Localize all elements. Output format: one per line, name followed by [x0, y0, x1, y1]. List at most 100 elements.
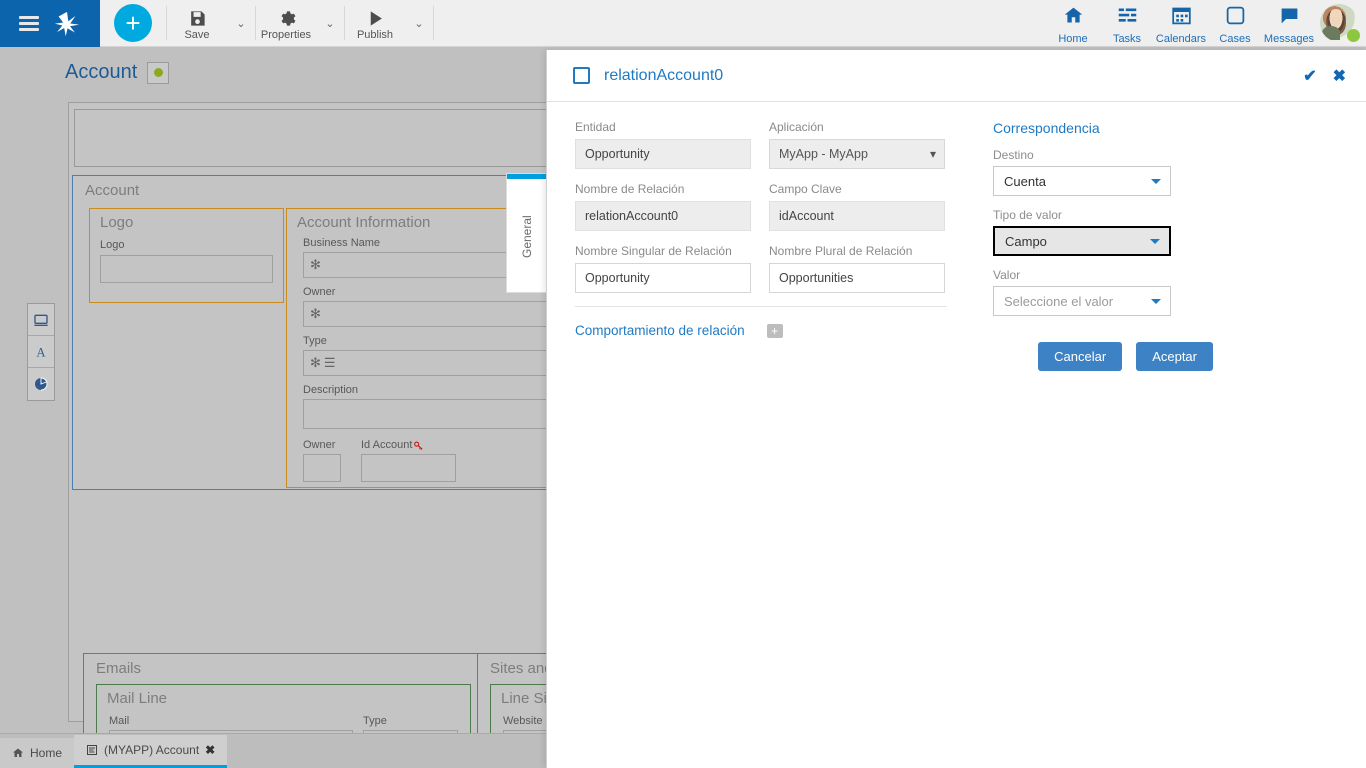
owner-small-label: Owner	[303, 439, 336, 451]
tool-text[interactable]: A	[28, 336, 54, 368]
add-button[interactable]: +	[114, 4, 152, 42]
bottom-tab-close-icon[interactable]: ✖	[205, 743, 215, 757]
nombre-singular-input[interactable]	[575, 263, 751, 293]
valor-dropdown[interactable]: Seleccione el valor	[993, 286, 1171, 316]
dialog-left-column: Entidad Aplicación MyApp - MyApp ▾	[575, 120, 965, 371]
cancel-button[interactable]: Cancelar	[1038, 342, 1123, 371]
destino-label: Destino	[993, 148, 1034, 162]
properties-button[interactable]: Properties	[256, 0, 316, 46]
field-nombre-plural: Nombre Plural de Relación	[769, 244, 945, 293]
tasks-icon	[1117, 5, 1138, 31]
bottom-tab-home-label: Home	[30, 746, 63, 760]
tipo-de-valor-dropdown[interactable]: Campo	[993, 226, 1171, 256]
save-dropdown-caret[interactable]: ⌄	[227, 0, 255, 46]
gear-icon	[277, 8, 296, 28]
bottom-tab-account[interactable]: (MYAPP) Account ✖	[74, 735, 228, 768]
nav-messages[interactable]: Messages	[1262, 0, 1316, 46]
play-icon	[366, 8, 385, 28]
tool-globe[interactable]	[28, 368, 54, 400]
properties-group: Properties ⌄	[256, 0, 344, 46]
publish-button[interactable]: Publish	[345, 0, 405, 46]
correspondencia-title: Correspondencia	[993, 120, 1100, 136]
field-aplicacion: Aplicación MyApp - MyApp ▾	[769, 120, 945, 169]
vertical-tab-label: General	[519, 215, 534, 259]
nombre-plural-input[interactable]	[769, 263, 945, 293]
dialog-checkbox[interactable]	[573, 67, 590, 84]
field-nombre-singular: Nombre Singular de Relación	[575, 244, 751, 293]
mail-type-label: Type	[363, 715, 387, 727]
mail-line-block[interactable]: Mail Line Mail Type	[96, 684, 471, 733]
logo-block[interactable]: Logo Logo	[89, 208, 284, 303]
globe-icon	[35, 377, 48, 391]
id-account-input[interactable]	[361, 454, 456, 482]
aplicacion-label: Aplicación	[769, 120, 824, 134]
nav-cases-label: Cases	[1219, 33, 1251, 45]
nombre-relacion-input[interactable]	[575, 201, 751, 231]
mail-line-title: Mail Line	[107, 690, 168, 707]
nombre-relacion-label: Nombre de Relación	[575, 182, 685, 196]
nav-cases[interactable]: Cases	[1208, 0, 1262, 46]
add-behavior-button[interactable]: +	[766, 323, 783, 338]
campo-clave-label: Campo Clave	[769, 182, 842, 196]
nav-home-label: Home	[1058, 33, 1088, 45]
vertical-tab-general[interactable]: General	[506, 173, 546, 293]
dialog-body: Entidad Aplicación MyApp - MyApp ▾	[547, 102, 1366, 371]
campo-clave-input[interactable]	[769, 201, 945, 231]
dropdown-arrow-icon	[1151, 179, 1161, 184]
nav-calendars[interactable]: Calendars	[1154, 0, 1208, 46]
document-icon	[87, 745, 98, 755]
nav-tasks[interactable]: Tasks	[1100, 0, 1154, 46]
state-indicator[interactable]	[147, 61, 170, 84]
dialog-row-3: Nombre Singular de Relación Nombre Plura…	[575, 244, 965, 293]
dialog-row-2: Nombre de Relación Campo Clave	[575, 182, 965, 231]
nombre-singular-label: Nombre Singular de Relación	[575, 244, 732, 258]
dialog-close-icon[interactable]: ✖	[1333, 66, 1346, 86]
emails-group[interactable]: Emails Mail Line Mail Type	[83, 653, 483, 733]
app-root: + Save ⌄ Properties ⌄ Publish ⌄ Home Tas…	[0, 0, 1366, 768]
dialog-right-column: Correspondencia Destino Cuenta Tipo de v…	[993, 120, 1213, 371]
cases-icon	[1225, 5, 1246, 31]
nav-home[interactable]: Home	[1046, 0, 1100, 46]
brand-logo-icon[interactable]	[52, 9, 82, 39]
nav-tasks-label: Tasks	[1112, 33, 1142, 45]
id-account-label: Id Account	[361, 439, 413, 451]
page-title: Account	[65, 61, 138, 83]
logo-block-title: Logo	[100, 214, 134, 231]
page-title-row: Account	[65, 61, 170, 84]
bottom-tab-home[interactable]: Home	[0, 738, 75, 768]
field-entidad: Entidad	[575, 120, 751, 169]
save-button[interactable]: Save	[167, 0, 227, 46]
hamburger-icon[interactable]	[18, 16, 39, 31]
left-tool-palette: A	[27, 303, 55, 401]
behavior-link[interactable]: Comportamiento de relación	[575, 323, 745, 338]
top-toolbar: + Save ⌄ Properties ⌄ Publish ⌄ Home Tas…	[0, 0, 1366, 47]
home-icon	[1063, 5, 1084, 31]
logo-field-input[interactable]	[100, 255, 273, 283]
properties-dropdown-caret[interactable]: ⌄	[316, 0, 344, 46]
dialog-header-actions: ✔ ✖	[1303, 66, 1346, 86]
owner-small-input[interactable]	[303, 454, 341, 482]
tipo-de-valor-label: Tipo de valor	[993, 208, 1062, 222]
dialog-confirm-icon[interactable]: ✔	[1303, 66, 1316, 86]
accept-button[interactable]: Aceptar	[1136, 342, 1213, 371]
avatar[interactable]	[1316, 0, 1362, 46]
dialog-buttons: Cancelar Aceptar	[993, 342, 1213, 371]
home-icon	[13, 748, 23, 757]
valor-label: Valor	[993, 268, 1021, 282]
dropdown-arrow-icon-2	[1150, 239, 1160, 244]
aplicacion-select[interactable]: MyApp - MyApp	[769, 139, 945, 169]
svg-text:A: A	[36, 345, 46, 359]
dialog-title: relationAccount0	[604, 66, 724, 84]
properties-label: Properties	[260, 29, 312, 41]
dialog-header: relationAccount0 ✔ ✖	[547, 50, 1366, 102]
id-account-label-row: Id Account	[361, 439, 456, 451]
publish-label: Publish	[356, 29, 394, 41]
destino-dropdown[interactable]: Cuenta	[993, 166, 1171, 196]
letter-a-icon: A	[36, 345, 46, 359]
entidad-input[interactable]	[575, 139, 751, 169]
list-icon: ☰	[323, 355, 336, 370]
tool-monitor[interactable]	[28, 304, 54, 336]
dropdown-arrow-icon-3	[1151, 299, 1161, 304]
required-marker-icon-2: ✻	[310, 306, 321, 321]
publish-dropdown-caret[interactable]: ⌄	[405, 0, 433, 46]
